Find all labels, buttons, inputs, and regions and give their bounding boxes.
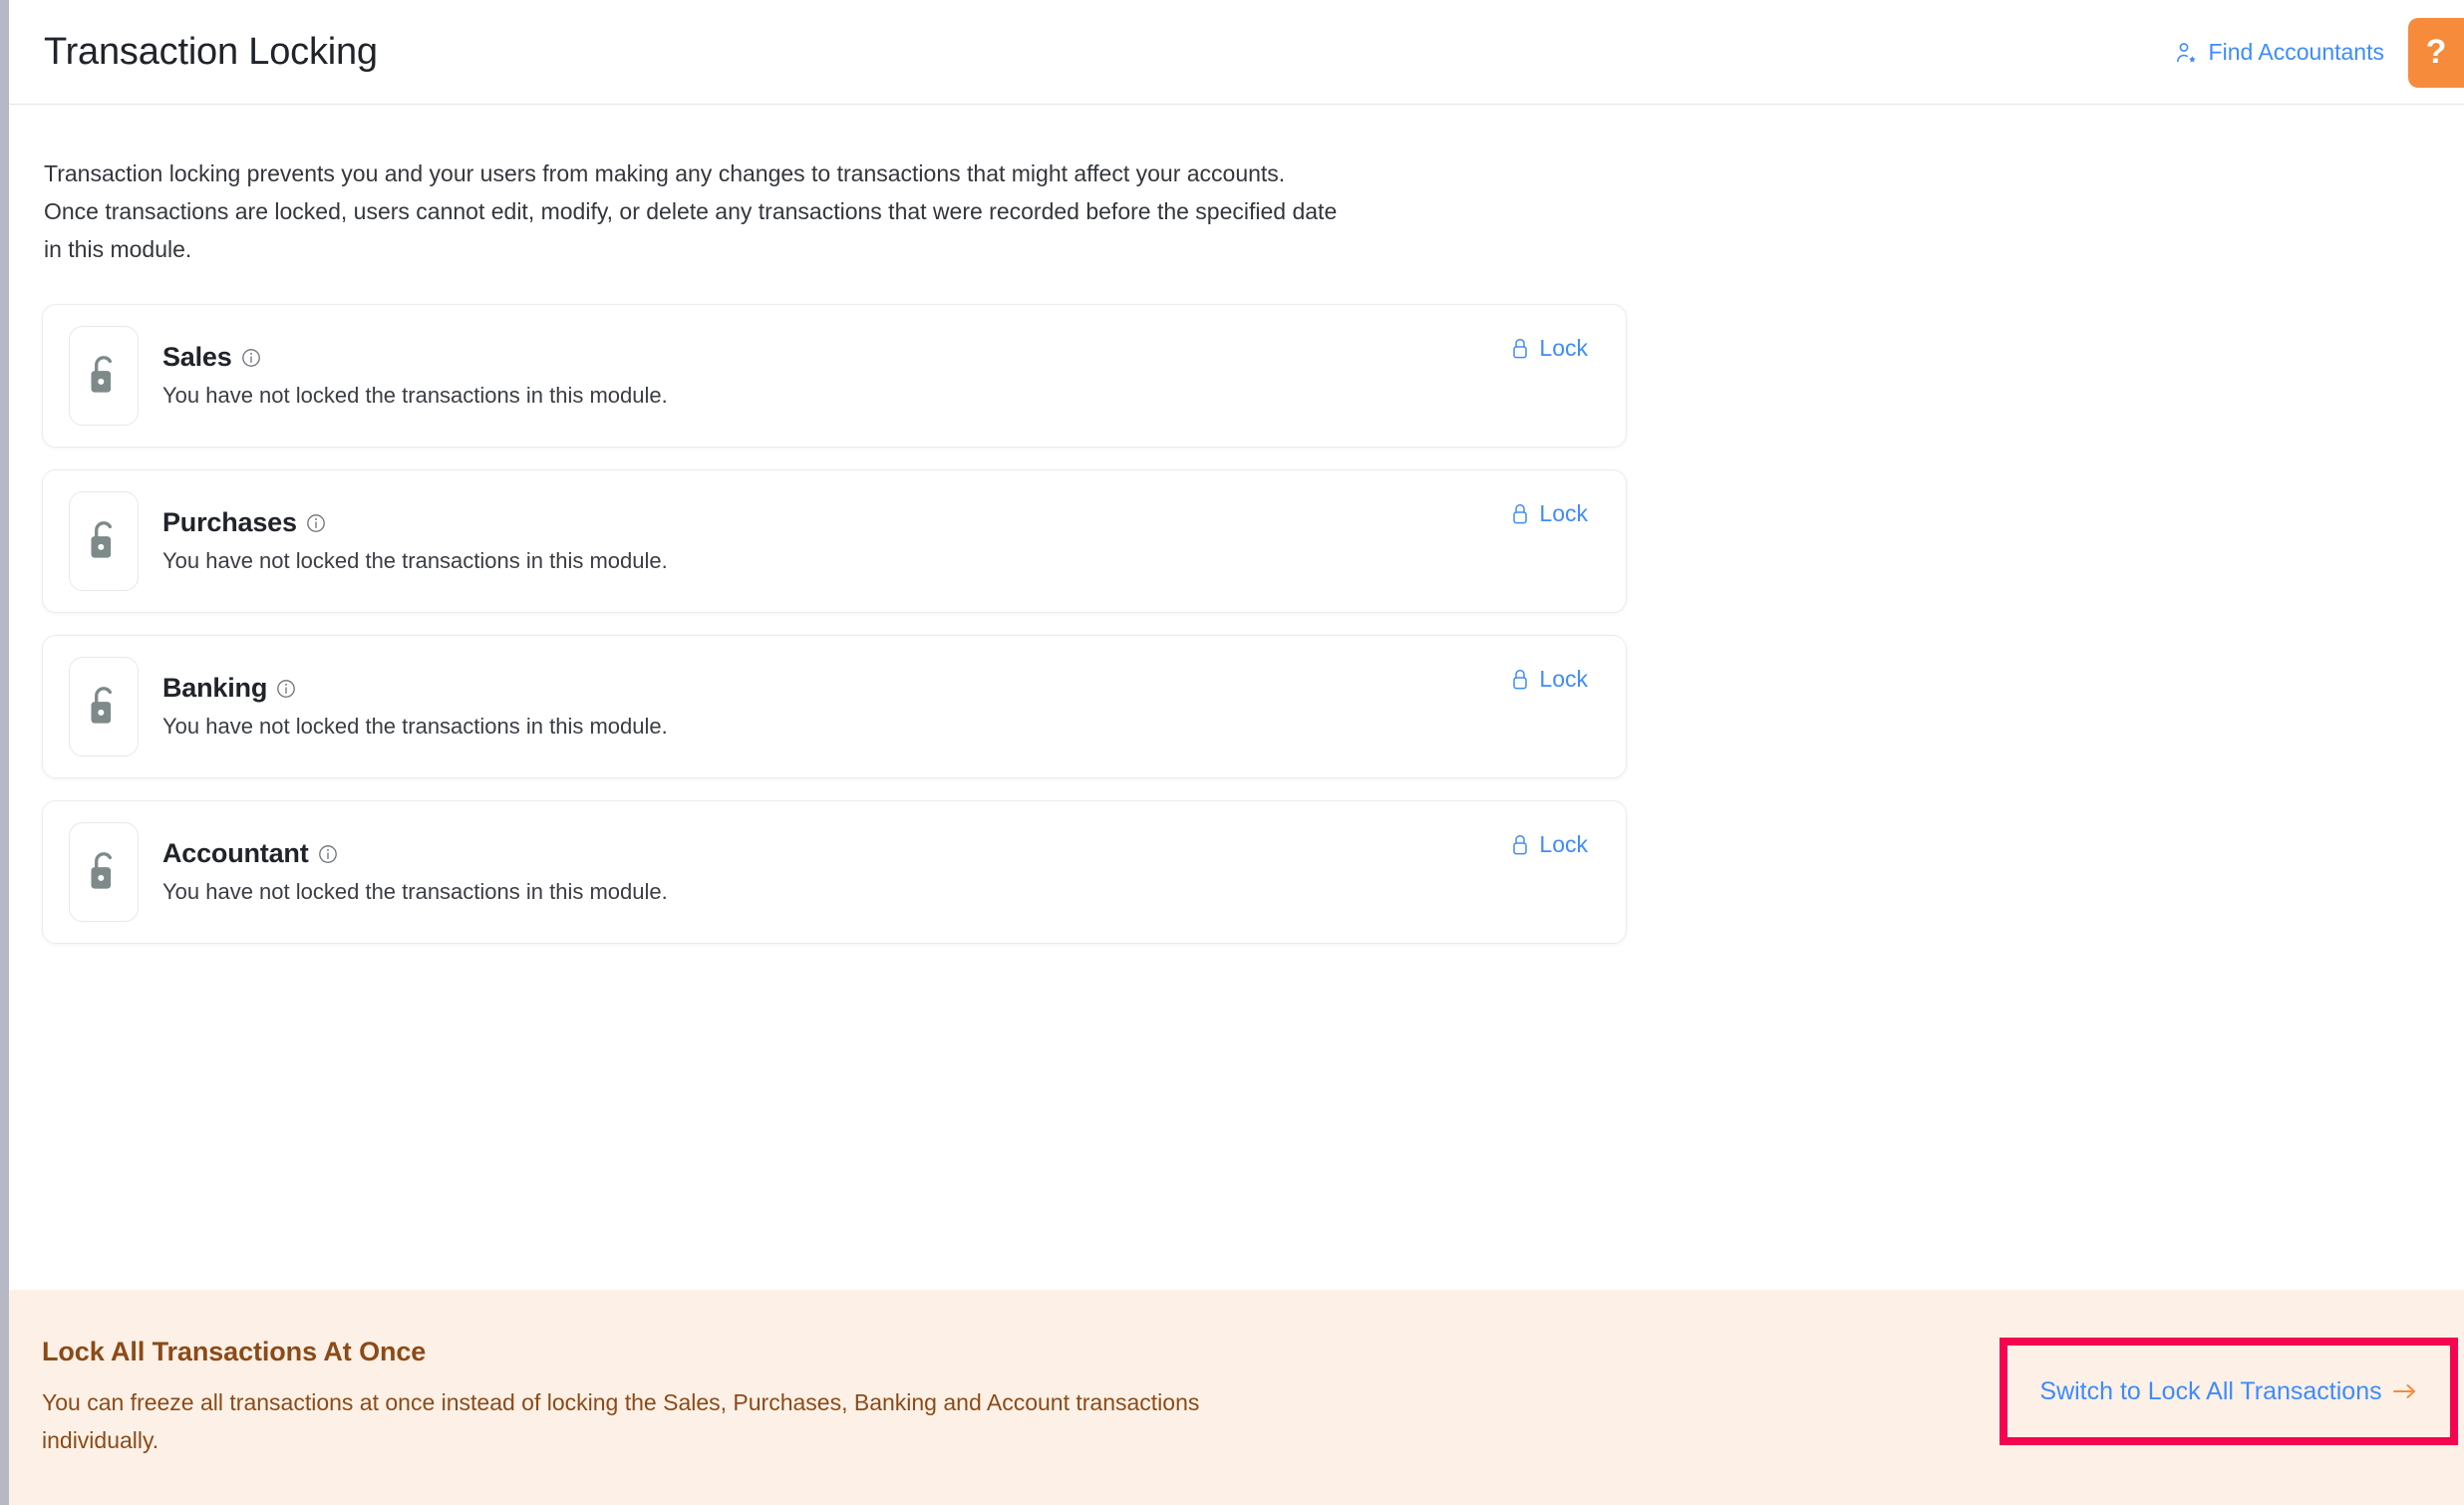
switch-to-lock-all-button[interactable]: Switch to Lock All Transactions	[2039, 1377, 2417, 1406]
module-name: Purchases	[162, 507, 297, 538]
lock-button-sales[interactable]: Lock	[1510, 335, 1596, 362]
lock-label: Lock	[1539, 831, 1588, 858]
header-actions: Find Accountants ?	[2175, 0, 2464, 105]
module-title-row: Purchases	[162, 507, 1510, 538]
switch-highlight-box: Switch to Lock All Transactions	[2000, 1338, 2458, 1445]
left-edge-rail	[0, 0, 9, 1505]
lock-label: Lock	[1539, 666, 1588, 693]
unlock-icon	[85, 353, 123, 399]
info-circle-icon[interactable]	[318, 844, 338, 864]
lock-icon	[1510, 833, 1530, 857]
page-title: Transaction Locking	[44, 33, 378, 71]
info-circle-icon[interactable]	[276, 679, 296, 699]
unlock-icon	[85, 849, 123, 895]
module-card-banking: Banking You have not locked the transact…	[42, 635, 1627, 778]
page-header: Transaction Locking Find Accountants ?	[0, 0, 2464, 105]
main-content: Transaction locking prevents you and you…	[0, 105, 2464, 1290]
module-title-row: Banking	[162, 673, 1510, 704]
lock-state-tile	[69, 326, 139, 426]
find-accountants-link[interactable]: Find Accountants	[2175, 39, 2384, 66]
lock-icon	[1510, 337, 1530, 361]
person-add-icon	[2175, 41, 2199, 65]
intro-line-3: in this module.	[44, 230, 1639, 268]
lock-label: Lock	[1539, 335, 1588, 362]
lock-state-tile	[69, 491, 139, 591]
module-status: You have not locked the transactions in …	[162, 714, 1510, 740]
intro-line-2: Once transactions are locked, users cann…	[44, 192, 1639, 230]
module-card-text: Sales You have not locked the transactio…	[162, 342, 1510, 409]
module-card-text: Purchases You have not locked the transa…	[162, 507, 1510, 574]
banner-description: You can freeze all transactions at once …	[42, 1383, 1597, 1459]
intro-paragraph: Transaction locking prevents you and you…	[44, 154, 1639, 268]
switch-to-lock-all-label: Switch to Lock All Transactions	[2039, 1377, 2381, 1406]
help-button[interactable]: ?	[2408, 18, 2464, 88]
module-card-purchases: Purchases You have not locked the transa…	[42, 469, 1627, 613]
module-card-list: Sales You have not locked the transactio…	[42, 304, 1627, 944]
find-accountants-label: Find Accountants	[2209, 39, 2384, 66]
unlock-icon	[85, 684, 123, 730]
lock-button-purchases[interactable]: Lock	[1510, 500, 1596, 527]
banner-desc-line-2: individually.	[42, 1421, 1597, 1459]
module-status: You have not locked the transactions in …	[162, 383, 1510, 409]
lock-all-banner: Lock All Transactions At Once You can fr…	[0, 1290, 2464, 1505]
lock-button-accountant[interactable]: Lock	[1510, 831, 1596, 858]
module-status: You have not locked the transactions in …	[162, 548, 1510, 574]
module-name: Accountant	[162, 838, 309, 869]
lock-state-tile	[69, 822, 139, 922]
info-circle-icon[interactable]	[241, 348, 261, 368]
lock-label: Lock	[1539, 500, 1588, 527]
banner-title: Lock All Transactions At Once	[42, 1337, 1637, 1367]
module-card-sales: Sales You have not locked the transactio…	[42, 304, 1627, 448]
module-card-text: Accountant You have not locked the trans…	[162, 838, 1510, 905]
transaction-locking-page: Transaction Locking Find Accountants ? T…	[0, 0, 2464, 1505]
arrow-right-icon	[2392, 1381, 2418, 1401]
lock-icon	[1510, 502, 1530, 526]
lock-state-tile	[69, 657, 139, 756]
module-name: Banking	[162, 673, 267, 704]
module-status: You have not locked the transactions in …	[162, 879, 1510, 905]
module-title-row: Sales	[162, 342, 1510, 373]
module-card-accountant: Accountant You have not locked the trans…	[42, 800, 1627, 944]
banner-desc-line-1: You can freeze all transactions at once …	[42, 1383, 1597, 1421]
module-title-row: Accountant	[162, 838, 1510, 869]
unlock-icon	[85, 518, 123, 564]
banner-text-block: Lock All Transactions At Once You can fr…	[42, 1337, 1637, 1459]
intro-line-1: Transaction locking prevents you and you…	[44, 154, 1639, 192]
info-circle-icon[interactable]	[306, 513, 326, 533]
module-name: Sales	[162, 342, 232, 373]
module-card-text: Banking You have not locked the transact…	[162, 673, 1510, 740]
lock-button-banking[interactable]: Lock	[1510, 666, 1596, 693]
lock-icon	[1510, 668, 1530, 692]
question-mark-icon: ?	[2426, 33, 2447, 72]
